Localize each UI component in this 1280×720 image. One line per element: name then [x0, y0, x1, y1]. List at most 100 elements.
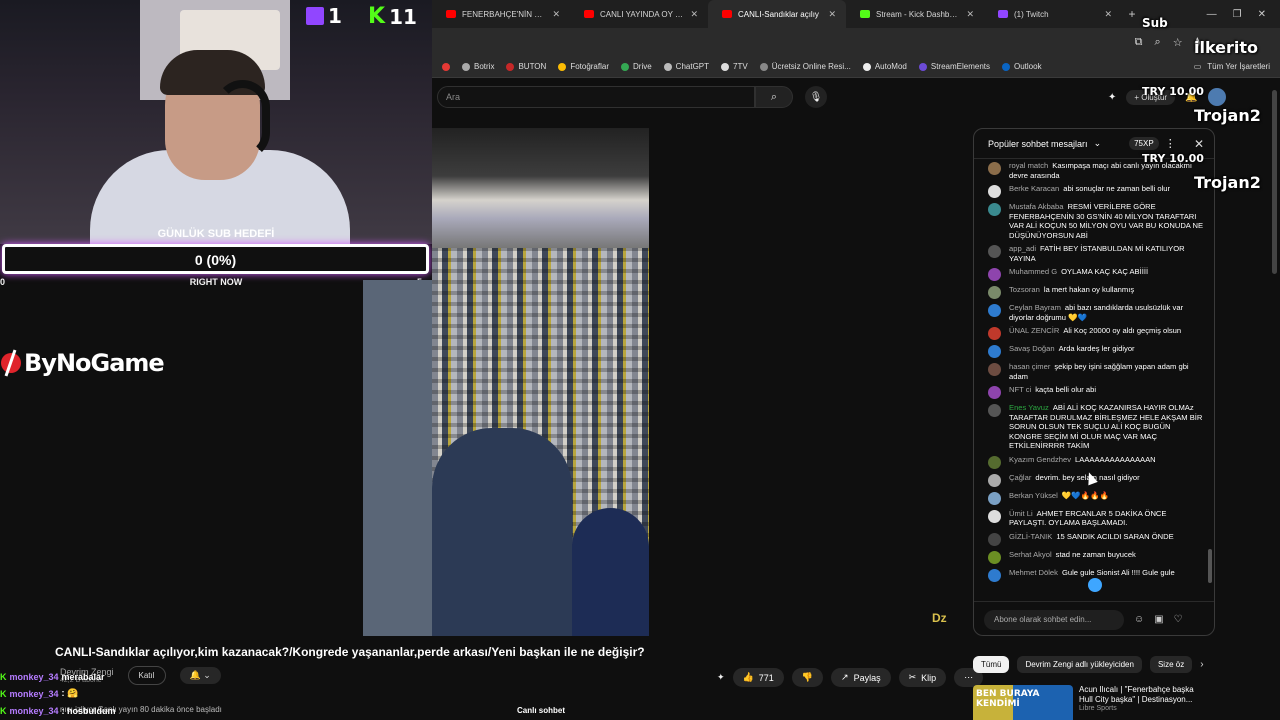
chat-author[interactable]: Berke Karacan — [1009, 184, 1059, 193]
tab-favicon — [446, 10, 456, 18]
tab-close-icon[interactable]: ✕ — [828, 9, 836, 20]
recommended-video[interactable]: BEN BURAYA KENDİMİ Acun Ilıcalı | "Fener… — [973, 685, 1213, 720]
bookmark-item[interactable]: Outlook — [1002, 62, 1042, 71]
account-avatar[interactable] — [1207, 88, 1226, 106]
tab-close-icon[interactable]: ✕ — [966, 9, 974, 20]
tab-close-icon[interactable]: ✕ — [1104, 9, 1112, 20]
chat-author[interactable]: Ümit Li — [1009, 509, 1033, 518]
page-scrollbar[interactable] — [1272, 90, 1277, 274]
chat-message[interactable]: Kyazım Gendzhev LAAAAAAAAAAAAAAN — [974, 453, 1214, 471]
kick-badge-icon: K — [0, 705, 7, 716]
bookmark-item[interactable]: StreamElements — [918, 62, 990, 71]
bookmark-label: ChatGPT — [675, 62, 710, 71]
bookmark-item[interactable]: BUTON — [506, 62, 546, 71]
all-bookmarks[interactable]: ▭ Tüm Yer İşaretleri — [1194, 62, 1280, 71]
chat-author[interactable]: GİZLİ-TANIK — [1009, 532, 1052, 541]
tab-close-icon[interactable]: ✕ — [552, 9, 560, 20]
gift-icon[interactable]: ✦ — [717, 672, 725, 683]
filter-chip[interactable]: Size öz — [1149, 656, 1193, 673]
chat-input[interactable]: Abone olarak sohbet edin... — [984, 609, 1124, 630]
chat-author[interactable]: Kyazım Gendzhev — [1009, 455, 1071, 464]
chat-author[interactable]: Muhammed G — [1009, 267, 1057, 276]
bookmark-item[interactable]: Drive — [621, 62, 652, 71]
chat-author[interactable]: app_adi — [1009, 244, 1036, 253]
video-player[interactable] — [432, 128, 649, 636]
chat-message[interactable]: ÜNAL ZENCİR Ali Koç 20000 oy aldı geçmiş … — [974, 324, 1214, 342]
filter-chip[interactable]: Devrim Zengi adlı yükleyiciden — [1017, 656, 1142, 673]
like-button[interactable]: 👍 771 — [732, 668, 784, 687]
tab-label: CANLI YAYINDA OY SAYIM — [600, 9, 685, 19]
chat-author[interactable]: Tozsoran — [1009, 285, 1040, 294]
chat-author[interactable]: royal match — [1009, 161, 1048, 170]
chat-message[interactable]: Berke Karacan abi sonuçlar ne zaman belli… — [974, 182, 1214, 200]
super-chat-icon[interactable]: ▣ — [1154, 614, 1163, 625]
search-button[interactable]: ⌕ — [755, 86, 793, 108]
bookmark-item[interactable]: 7TV — [721, 62, 748, 71]
search-input[interactable]: Ara — [437, 86, 755, 108]
cast-icon[interactable]: ⧉ — [1135, 36, 1143, 49]
chevron-down-icon[interactable]: ⌄ — [1094, 138, 1102, 149]
bookmark-star-icon[interactable]: ☆ — [1173, 36, 1183, 49]
chat-author[interactable]: Ceylan Bayram — [1009, 303, 1061, 312]
chat-author[interactable]: Çağlar — [1009, 473, 1031, 482]
chat-author[interactable]: Mehmet Dölek — [1009, 568, 1058, 577]
chat-message[interactable]: Enes Yavuz ABİ ALİ KOÇ KAZANIRSA HAYIR OL… — [974, 401, 1214, 453]
chat-author[interactable]: Berkan Yüksel — [1009, 491, 1058, 500]
browser-tab[interactable]: FENERBAHÇE'NİN BAŞKA ✕ — [432, 0, 570, 28]
chat-message[interactable]: Tozsoran la mert hakan oy kullanmış — [974, 283, 1214, 301]
emoji-icon[interactable]: ☺ — [1134, 614, 1144, 625]
bookmark-item[interactable]: Fotoğraflar — [558, 62, 609, 71]
browser-tab[interactable]: CANLI-Sandıklar açılıy ✕ — [708, 0, 846, 28]
chat-message[interactable]: app_adi FATİH BEY İSTANBULDAN Mİ KATILIYO… — [974, 242, 1214, 265]
chat-message[interactable]: Serhat Akyol stad ne zaman buyucek — [974, 548, 1214, 566]
chat-mode-select[interactable]: Popüler sohbet mesajları — [988, 139, 1088, 149]
chat-author[interactable]: ÜNAL ZENCİR — [1009, 326, 1059, 335]
new-tab-button[interactable]: + — [1122, 7, 1142, 21]
chevron-right-icon[interactable]: › — [1200, 659, 1203, 670]
chat-author[interactable]: hasan çimer — [1009, 362, 1050, 371]
live-chat-toggle[interactable]: Canlı sohbet — [517, 706, 565, 715]
gift-icon[interactable]: ✦ — [1108, 92, 1116, 103]
chat-message[interactable]: Savaş Doğan Arda kardeş ler gidiyor — [974, 342, 1214, 360]
browser-tab[interactable]: (1) Twitch ✕ — [984, 0, 1122, 28]
all-bookmarks-label: Tüm Yer İşaretleri — [1207, 62, 1270, 71]
chat-message[interactable]: Berkan Yüksel 💛💙🔥🔥🔥 — [974, 489, 1214, 507]
chat-message[interactable]: Ceylan Bayram abi bazı sandıklarda usulsü… — [974, 301, 1214, 324]
kick-chat-line: Kmonkey_34: hosbuldum — [0, 702, 360, 719]
chat-author[interactable]: NFT ci — [1009, 385, 1031, 394]
chat-message[interactable]: GİZLİ-TANIK 15 SANDIK ACILDI SARAN ÖNDE — [974, 530, 1214, 548]
xp-badge[interactable]: 75XP — [1129, 137, 1159, 150]
bookmark-item[interactable]: Botrix — [462, 62, 494, 71]
bookmark-item[interactable]: AutoMod — [862, 62, 907, 71]
chat-message[interactable]: hasan çimer şekip bey işini sağğlam yapan… — [974, 360, 1214, 383]
chat-message[interactable]: NFT ci kaçta belli olur abi — [974, 383, 1214, 401]
chat-more-icon[interactable]: ⋮ — [1165, 137, 1176, 150]
minimize-icon[interactable]: — — [1207, 9, 1217, 20]
chat-author[interactable]: Serhat Akyol — [1009, 550, 1052, 559]
chat-scrollbar[interactable] — [1208, 549, 1212, 583]
chat-message[interactable]: Ümit Li AHMET ERCANLAR 5 DAKİKA ÖNCE PAYL… — [974, 507, 1214, 530]
filter-chip[interactable]: Tümü — [973, 656, 1010, 673]
heart-icon[interactable]: ♡ — [1174, 614, 1183, 625]
clip-label: Klip — [921, 672, 937, 683]
chat-author[interactable]: Savaş Doğan — [1009, 344, 1055, 353]
browser-tab[interactable]: Stream - Kick Dashboard ✕ — [846, 0, 984, 28]
maximize-icon[interactable]: ❐ — [1233, 9, 1242, 20]
share-button[interactable]: ↗ Paylaş — [831, 668, 891, 687]
chat-message[interactable]: Muhammed G OYLAMA KAÇ KAÇ ABİİİİ — [974, 265, 1214, 283]
bookmark-item[interactable]: Ücretsiz Online Resi... — [759, 62, 851, 71]
voice-search-button[interactable]: 🎙 — [805, 86, 827, 108]
zoom-icon[interactable]: ⌕ — [1155, 36, 1161, 49]
scroll-down-button[interactable] — [1088, 578, 1102, 592]
bookmark-item[interactable]: ChatGPT — [663, 62, 710, 71]
chat-author[interactable]: Enes Yavuz — [1009, 403, 1049, 412]
clip-button[interactable]: ✂ Klip — [898, 668, 947, 687]
dislike-button[interactable]: 👎 — [791, 668, 824, 687]
close-window-icon[interactable]: ✕ — [1258, 9, 1266, 20]
chat-message[interactable]: Mustafa Akbaba RESMİ VERİLERE GÖRE FENERB… — [974, 200, 1214, 242]
tab-close-icon[interactable]: ✕ — [690, 9, 698, 20]
close-icon[interactable]: ✕ — [1194, 137, 1214, 151]
chat-author[interactable]: Mustafa Akbaba — [1009, 202, 1063, 211]
browser-tab[interactable]: CANLI YAYINDA OY SAYIM ✕ — [570, 0, 708, 28]
bookmark-youtube[interactable] — [442, 62, 450, 71]
